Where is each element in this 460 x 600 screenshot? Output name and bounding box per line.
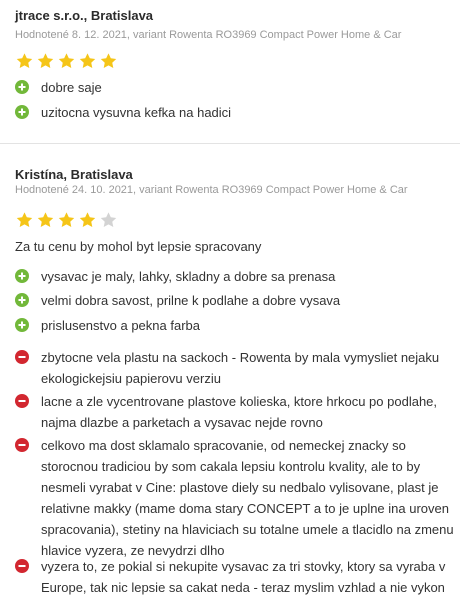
pro-text: dobre saje [41, 80, 102, 95]
plus-circle-icon [15, 293, 29, 307]
star-filled-icon [58, 53, 75, 69]
con-text: lacne a zle vycentrovane plastove kolies… [41, 394, 438, 430]
review-meta: Hodnotené 24. 10. 2021, variant Rowenta … [15, 184, 408, 196]
con-text: vyzera to, ze pokial si nekupite vysavac… [41, 559, 446, 595]
minus-circle-icon [15, 394, 29, 408]
minus-circle-icon [15, 559, 29, 573]
review-author: Kristína, Bratislava [15, 167, 133, 182]
plus-circle-icon [15, 269, 29, 283]
star-filled-icon [37, 53, 54, 69]
star-rating [15, 52, 118, 70]
pro-text: prislusenstvo a pekna farba [41, 318, 200, 333]
star-filled-icon [37, 212, 54, 228]
star-rating [15, 211, 118, 229]
star-filled-icon [58, 212, 75, 228]
plus-circle-icon [15, 318, 29, 332]
star-empty-icon [100, 212, 117, 228]
minus-circle-icon [15, 438, 29, 452]
star-filled-icon [16, 212, 33, 228]
review-author: jtrace s.r.o., Bratislava [15, 8, 154, 23]
con-text: zbytocne vela plastu na sackoch - Rowent… [41, 350, 440, 386]
pro-text: velmi dobra savost, prilne k podlahe a d… [41, 293, 341, 308]
plus-circle-icon [15, 80, 29, 94]
plus-circle-icon [15, 105, 29, 119]
pro-text: uzitocna vysuvna kefka na hadici [41, 105, 232, 120]
star-filled-icon [79, 212, 96, 228]
review-meta: Hodnotené 8. 12. 2021, variant Rowenta R… [15, 29, 402, 41]
con-text: celkovo ma dost sklamalo spracovanie, od… [41, 438, 454, 558]
star-filled-icon [16, 53, 33, 69]
minus-circle-icon [15, 350, 29, 364]
review-summary: Za tu cenu by mohol byt lepsie spracovan… [15, 239, 262, 254]
pro-text: vysavac je maly, lahky, skladny a dobre … [41, 269, 336, 284]
star-filled-icon [100, 53, 117, 69]
star-filled-icon [79, 53, 96, 69]
review-divider [0, 143, 460, 144]
